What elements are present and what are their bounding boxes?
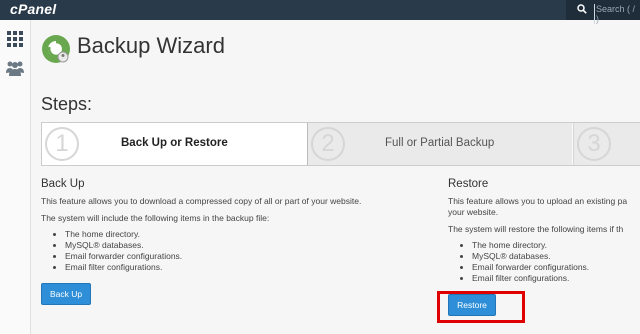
step-1: 1 Back Up or Restore — [42, 123, 308, 165]
step-label: Back Up or Restore — [121, 137, 228, 149]
list-item: The home directory. — [472, 240, 640, 251]
restore-items-list: The home directory. MySQL® databases. Em… — [448, 240, 640, 284]
step-progress-bar: 1 Back Up or Restore 2 Full or Partial B… — [41, 122, 640, 166]
page-title: Backup Wizard — [77, 33, 225, 58]
backup-include-text: The system will include the following it… — [41, 213, 270, 223]
step-number: 3 — [577, 127, 611, 161]
backup-section: Back Up This feature allows you to downl… — [41, 178, 421, 273]
steps-heading: Steps: — [41, 94, 93, 114]
restore-items-text: The system will restore the following it… — [448, 224, 624, 234]
backup-description: This feature allows you to download a co… — [41, 196, 362, 206]
restore-section: Restore This feature allows you to uploa… — [448, 178, 640, 284]
list-item: Email forwarder configurations. — [472, 262, 640, 273]
restore-description: This feature allows you to upload an exi… — [448, 196, 628, 217]
step-number: 1 — [45, 127, 79, 161]
list-item: Email forwarder configurations. — [65, 251, 421, 262]
top-navbar: cPanel Search ( / ) — [0, 0, 640, 24]
list-item: Email filter configurations. — [472, 273, 640, 284]
search-icon — [577, 4, 587, 14]
step-2: 2 Full or Partial Backup — [308, 123, 572, 165]
backup-wizard-icon — [42, 35, 70, 63]
step-3: 3 — [573, 123, 640, 165]
step-number: 2 — [311, 127, 345, 161]
back-up-button[interactable]: Back Up — [41, 283, 91, 305]
sidebar — [0, 20, 31, 334]
search-box[interactable]: Search ( / ) — [566, 0, 640, 24]
list-item: Email filter configurations. — [65, 262, 421, 273]
list-item: MySQL® databases. — [472, 251, 640, 262]
backup-items-list: The home directory. MySQL® databases. Em… — [41, 229, 421, 273]
restore-heading: Restore — [448, 178, 489, 190]
list-item: The home directory. — [65, 229, 421, 240]
step-label: Full or Partial Backup — [385, 137, 495, 149]
cpanel-logo[interactable]: cPanel — [10, 1, 56, 17]
users-icon[interactable] — [5, 60, 25, 76]
restore-button-highlight — [437, 291, 525, 323]
backup-heading: Back Up — [41, 178, 85, 190]
list-item: MySQL® databases. — [65, 240, 421, 251]
main-content: Backup Wizard Steps: 1 Back Up or Restor… — [31, 20, 640, 334]
apps-grid-icon[interactable] — [7, 31, 23, 47]
